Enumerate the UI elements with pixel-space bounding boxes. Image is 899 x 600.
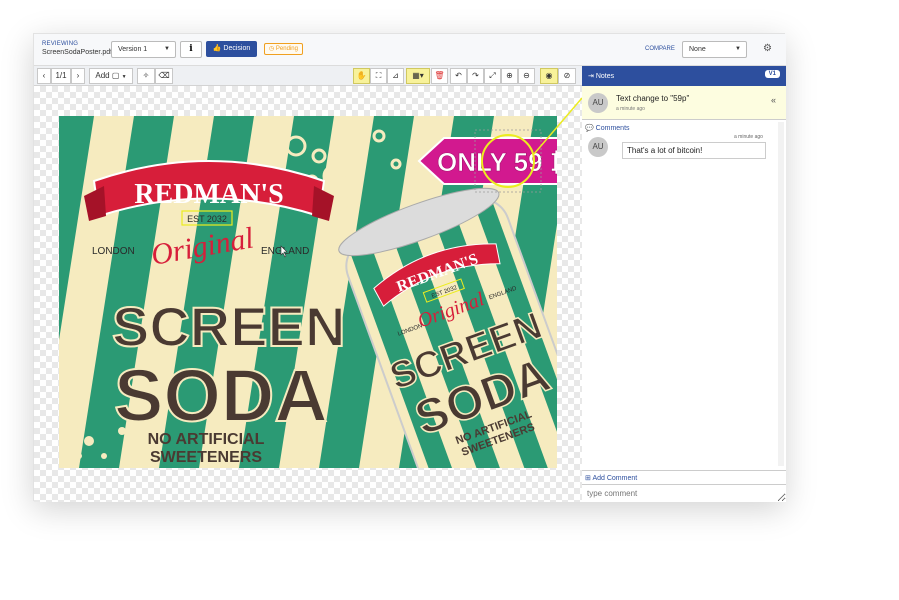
version-select[interactable]: Version 1 ▼ (111, 41, 176, 58)
eraser-icon[interactable]: ⌫ (155, 68, 173, 84)
avatar: AU (588, 137, 608, 157)
collapse-icon[interactable]: « (771, 95, 776, 105)
undo-icon[interactable]: ↶ (450, 68, 467, 84)
price-text: ONLY 59 ₿ (437, 147, 571, 177)
add-label: Add (95, 71, 110, 80)
plus-icon: ⊞ (585, 475, 591, 482)
next-page-button[interactable]: › (71, 68, 85, 84)
notes-header: ⇥ Notes V1 (582, 66, 786, 86)
notes-title: ⇥ Notes (588, 73, 615, 80)
comments-label: 💬 Comments (585, 125, 630, 132)
trash-icon[interactable]: 🗑 (431, 68, 448, 84)
compare-select-value: None (689, 46, 706, 53)
gear-icon[interactable]: ⚙ (763, 43, 772, 54)
reviewing-label: REVIEWING (42, 41, 79, 47)
chevron-down-icon: ▼ (735, 46, 741, 52)
add-annotation-button[interactable]: Add ▢ ▼ (89, 68, 133, 84)
info-button[interactable]: i (180, 41, 202, 58)
decision-button[interactable]: 👍 Decision (206, 41, 257, 57)
no-artificial-text: NO ARTIFICIAL (148, 431, 265, 448)
soda-headline: SODA (114, 354, 328, 437)
crop-icon[interactable]: ⛶ (370, 68, 387, 84)
screen-headline: SCREEN (112, 295, 345, 358)
app-window: REVIEWING ScreenSodaPoster.pdf Version 1… (33, 33, 786, 502)
zoom-out-icon[interactable]: ⊖ (518, 68, 535, 84)
fit-screen-icon[interactable]: ⤢ (484, 68, 501, 84)
decision-label: Decision (223, 45, 251, 52)
pending-label: Pending (275, 46, 298, 52)
sweeteners-text: SWEETENERS (150, 449, 262, 466)
eye-icon[interactable]: ◉ (540, 68, 558, 84)
redo-icon[interactable]: ↷ (467, 68, 484, 84)
london-text: LONDON (92, 246, 135, 257)
note-title: Text change to "59p" (616, 94, 690, 103)
comment-input[interactable] (582, 484, 786, 502)
avatar: AU (588, 93, 608, 113)
page-indicator: 1/1 (51, 68, 71, 84)
comment-icon: 💬 (585, 125, 594, 132)
compare-select[interactable]: None ▼ (682, 41, 747, 58)
add-comment-button[interactable]: ⊞ Add Comment (582, 470, 786, 484)
status-badge: ◷ Pending (264, 43, 303, 55)
comment-item: That's a lot of bitcoin! (622, 142, 766, 159)
chevron-down-icon: ▼ (164, 46, 170, 52)
note-item[interactable]: AU Text change to "59p" a minute ago « (582, 86, 786, 120)
prev-page-button[interactable]: ‹ (37, 68, 51, 84)
thumbs-up-icon: 👍 (212, 45, 222, 52)
color-palette-icon[interactable]: ▦▾ (406, 68, 430, 84)
file-name: ScreenSodaPoster.pdf (42, 49, 113, 56)
note-icon: ▢ (111, 71, 120, 80)
chevron-down-icon: ▼ (121, 74, 127, 80)
clock-icon: ◷ (269, 46, 275, 52)
notes-panel: ⇥ Notes V1 AU Text change to "59p" a min… (582, 66, 786, 502)
brand-name: REDMAN'S (134, 179, 283, 210)
hand-tool-icon[interactable]: ✋ (353, 68, 370, 84)
viewer-toolbar: ‹ 1/1 › Add ▢ ▼ ✧ ⌫ ✋ ⛶ ⊿ ▦▾ 🗑 ↶ ↷ ⤢ ⊕ ⊖… (34, 66, 582, 86)
compare-label: COMPARE (645, 46, 675, 52)
magic-wand-icon[interactable]: ✧ (137, 68, 155, 84)
note-time: a minute ago (616, 106, 645, 112)
sidebar-collapse-icon[interactable]: ⇥ (588, 73, 594, 80)
est-text: EST 2032 (187, 214, 227, 224)
document-viewer: ‹ 1/1 › Add ▢ ▼ ✧ ⌫ ✋ ⛶ ⊿ ▦▾ 🗑 ↶ ↷ ⤢ ⊕ ⊖… (34, 66, 582, 502)
version-badge: V1 (764, 70, 780, 78)
eye-off-icon[interactable]: ⊘ (558, 68, 576, 84)
scrollbar[interactable] (778, 122, 784, 466)
zoom-in-icon[interactable]: ⊕ (501, 68, 518, 84)
canvas-area[interactable]: REDMAN'S EST 2032 Original LONDON ENGLAN… (34, 86, 582, 502)
poster-image: REDMAN'S EST 2032 Original LONDON ENGLAN… (59, 97, 582, 468)
version-select-value: Version 1 (118, 46, 148, 53)
top-bar: REVIEWING ScreenSodaPoster.pdf Version 1… (34, 34, 786, 66)
ruler-icon[interactable]: ⊿ (387, 68, 404, 84)
comment-time: a minute ago (734, 134, 763, 140)
